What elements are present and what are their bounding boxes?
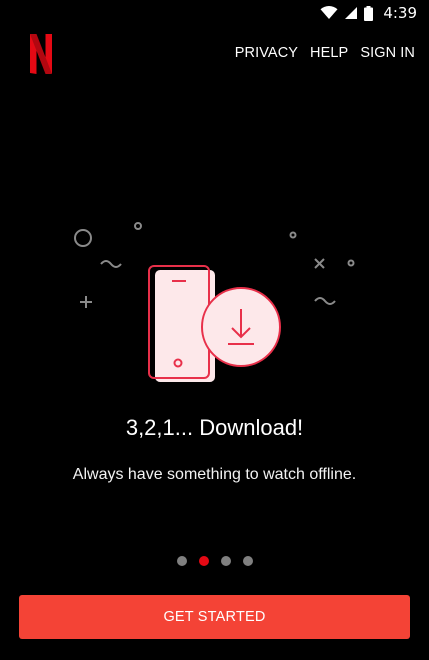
sign-in-link[interactable]: SIGN IN (360, 45, 415, 61)
netflix-logo-icon[interactable] (30, 34, 52, 74)
status-icons: 4:39 (320, 4, 417, 22)
pager-dot-3[interactable] (220, 556, 231, 566)
doodle-circle-small (347, 259, 355, 267)
status-bar: 4:39 (0, 0, 429, 28)
pager-dots (0, 556, 429, 566)
download-icon (201, 287, 281, 367)
doodle-tilde (314, 297, 336, 305)
slide-subtitle: Always have something to watch offline. (72, 466, 357, 483)
download-illustration (74, 222, 355, 382)
pager-dot-1[interactable] (176, 556, 187, 566)
pager-dot-4[interactable] (242, 556, 253, 566)
status-time: 4:39 (383, 4, 417, 22)
privacy-link[interactable]: PRIVACY (235, 45, 298, 61)
wifi-icon (320, 6, 338, 19)
top-nav: PRIVACY HELP SIGN IN (235, 45, 415, 61)
cell-signal-icon (345, 7, 358, 19)
slide-title: 3,2,1... Download! (125, 415, 304, 440)
doodle-x (314, 258, 325, 269)
doodle-plus (80, 296, 92, 308)
battery-icon (364, 5, 374, 21)
doodle-circle-small (134, 222, 142, 230)
help-link[interactable]: HELP (310, 45, 348, 61)
doodle-circle-small (289, 231, 297, 239)
pager-dot-2-active[interactable] (198, 556, 209, 566)
get-started-button[interactable]: GET STARTED (19, 595, 410, 639)
doodle-circle-large (74, 229, 92, 247)
doodle-tilde (100, 260, 122, 268)
